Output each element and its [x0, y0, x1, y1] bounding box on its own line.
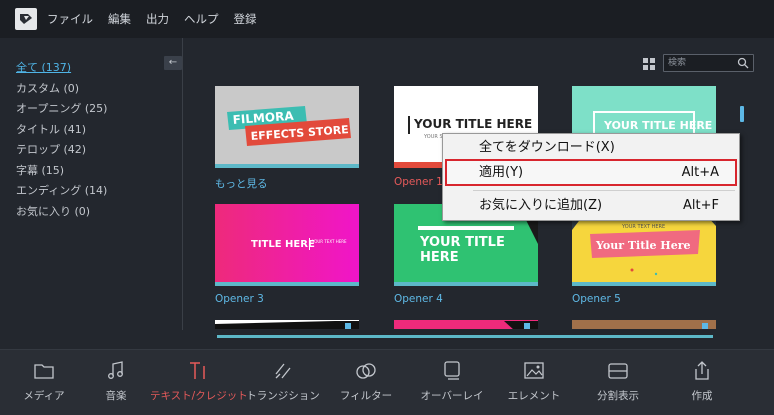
opener-3-subtitle: YOUR TEXT HERE — [311, 239, 347, 244]
category-ending[interactable]: エンディング (14) — [16, 181, 107, 202]
category-telop[interactable]: テロップ (42) — [16, 140, 107, 161]
tool-music[interactable]: 音楽 — [80, 350, 152, 415]
menu-register[interactable]: 登録 — [234, 11, 257, 27]
category-list: 全て (137) カスタム (0) オープニング (25) タイトル (41) … — [16, 58, 107, 222]
folder-icon — [34, 364, 54, 379]
music-note-icon — [108, 361, 123, 379]
row3-3-artwork — [702, 323, 708, 329]
tool-overlay-label: オーバーレイ — [420, 390, 484, 402]
ctx-apply-label: 適用(Y) — [479, 165, 524, 180]
thumbnail-label-opener-4: Opener 4 — [394, 293, 443, 305]
category-all[interactable]: 全て (137) — [16, 58, 107, 79]
category-custom[interactable]: カスタム (0) — [16, 79, 107, 100]
transition-icon — [275, 363, 291, 379]
menu-edit[interactable]: 編集 — [108, 11, 131, 27]
thumbnail-label-more: もっと見る — [215, 178, 268, 190]
search-box — [663, 54, 754, 72]
ctx-add-favorite-shortcut: Alt+F — [683, 198, 719, 213]
thumbnail-label-opener-1: Opener 1 — [394, 176, 443, 188]
thumbnail-bar — [215, 164, 359, 168]
tool-export[interactable]: 作成 — [666, 350, 738, 415]
ctx-apply-shortcut: Alt+A — [681, 165, 719, 180]
grid-view-icon[interactable] — [643, 58, 655, 70]
tool-media[interactable]: メディア — [8, 350, 80, 415]
ctx-apply[interactable]: 適用(Y) Alt+A — [443, 162, 739, 184]
row3-1-artwork — [215, 321, 359, 329]
opener-4-title-line2: HERE — [420, 250, 459, 265]
thumbnail-row3-1[interactable] — [215, 320, 359, 329]
thumbnail-bar — [572, 282, 716, 286]
thumbnail-opener-3[interactable]: TITLE HERE YOUR TEXT HERE — [215, 204, 359, 286]
opener-3-title: TITLE HERE — [251, 239, 315, 250]
menu-file[interactable]: ファイル — [47, 11, 93, 27]
category-panel: 全て (137) カスタム (0) オープニング (25) タイトル (41) … — [0, 38, 183, 330]
ctx-add-favorite-label: お気に入りに追加(Z) — [479, 198, 603, 213]
menu-help[interactable]: ヘルプ — [184, 11, 219, 27]
search-icon[interactable] — [737, 57, 749, 69]
opener-4-title: YOUR TITLE — [419, 235, 505, 250]
element-icon — [524, 362, 544, 379]
thumbnail-label-opener-5: Opener 5 — [572, 293, 621, 305]
ctx-download-all-label: 全てをダウンロード(X) — [479, 140, 615, 155]
category-subtitle[interactable]: 字幕 (15) — [16, 161, 107, 182]
opener-5-subtitle: YOUR TEXT HERE — [621, 224, 665, 230]
tool-text-credit[interactable]: テキスト/クレジット — [150, 350, 248, 415]
tool-filter[interactable]: フィルター — [330, 350, 402, 415]
row3-2-artwork — [504, 321, 538, 329]
thumbnail-bar — [215, 282, 359, 286]
opener-2-title: YOUR TITLE HERE — [603, 119, 712, 132]
ctx-separator — [473, 190, 735, 191]
tool-overlay[interactable]: オーバーレイ — [413, 350, 491, 415]
overlay-icon — [444, 361, 460, 380]
tool-music-label: 音楽 — [105, 390, 127, 402]
filmora-logo-icon — [15, 8, 37, 30]
thumbnail-more[interactable]: FILMORA EFFECTS STORE — [215, 86, 359, 168]
tool-transition-label: トランジション — [246, 390, 320, 402]
opener-3-artwork: TITLE HERE YOUR TEXT HERE — [215, 204, 359, 286]
opener-5-title: Your Title Here — [595, 239, 691, 252]
tool-text-credit-label: テキスト/クレジット — [150, 390, 248, 402]
menu-export[interactable]: 出力 — [146, 11, 169, 27]
thumbnail-row3-2[interactable] — [394, 320, 538, 329]
tool-split-screen-label: 分割表示 — [597, 390, 639, 402]
opener-1-title: YOUR TITLE HERE — [413, 117, 532, 131]
tool-export-label: 作成 — [691, 390, 713, 402]
category-title[interactable]: タイトル (41) — [16, 120, 107, 141]
menu-bar: ファイル 編集 出力 ヘルプ 登録 — [0, 0, 774, 38]
tool-media-label: メディア — [23, 390, 65, 402]
context-menu: 全てをダウンロード(X) 適用(Y) Alt+A お気に入りに追加(Z) Alt… — [442, 133, 740, 221]
horizontal-scroll-bar[interactable] — [217, 335, 713, 338]
tool-split-screen[interactable]: 分割表示 — [582, 350, 654, 415]
category-favorites[interactable]: お気に入り (0) — [16, 202, 107, 223]
thumbnail-row3-3[interactable] — [572, 320, 716, 329]
collapse-panel-button[interactable]: ← — [164, 56, 182, 70]
bottom-toolbar: メディア 音楽 テキスト/クレジット トランジション フィルター オーバーレイ … — [0, 349, 774, 415]
text-icon — [190, 362, 205, 379]
ctx-add-favorite[interactable]: お気に入りに追加(Z) Alt+F — [443, 195, 739, 217]
split-screen-icon — [608, 363, 628, 379]
tool-filter-label: フィルター — [339, 390, 393, 402]
tool-transition[interactable]: トランジション — [243, 350, 323, 415]
tool-element[interactable]: エレメント — [498, 350, 570, 415]
filmora-store-artwork: FILMORA EFFECTS STORE — [227, 106, 351, 146]
thumbnail-label-opener-3: Opener 3 — [215, 293, 264, 305]
thumbnail-bar — [394, 282, 538, 286]
export-icon — [695, 361, 709, 380]
ctx-download-all[interactable]: 全てをダウンロード(X) — [443, 137, 739, 159]
search-input[interactable] — [664, 55, 734, 71]
filter-icon — [356, 363, 376, 379]
vertical-scroll-thumb[interactable] — [740, 106, 744, 122]
category-opening[interactable]: オープニング (25) — [16, 99, 107, 120]
tool-element-label: エレメント — [507, 390, 561, 402]
